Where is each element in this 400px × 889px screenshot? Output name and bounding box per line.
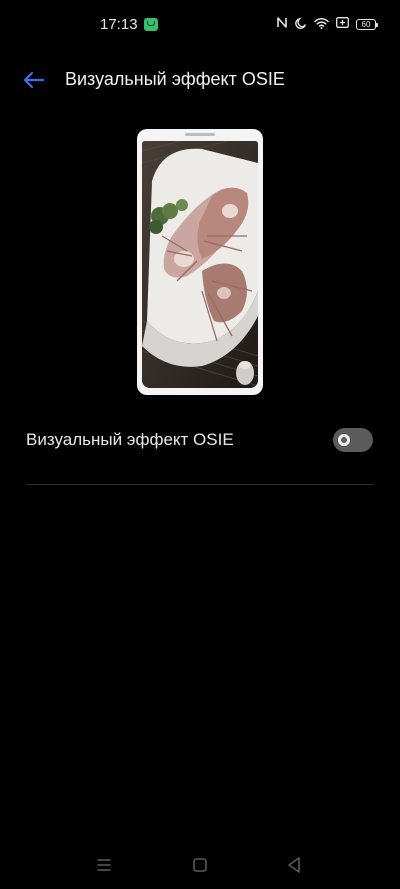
status-icons: 60 [276,16,378,32]
nav-back-button[interactable] [282,853,306,877]
nfc-icon [276,16,288,32]
menu-button[interactable] [92,853,116,877]
back-button[interactable] [18,66,50,94]
header: Визуальный эффект OSIE [0,56,400,104]
osie-setting-row[interactable]: Визуальный эффект OSIE [0,412,400,468]
menu-icon [97,859,111,871]
toggle-knob [338,434,350,446]
battery-icon: 60 [356,18,378,30]
lobster-dish-photo [142,141,258,388]
divider [26,484,374,485]
moon-icon [295,16,307,32]
back-icon [288,857,300,873]
osie-toggle[interactable] [333,428,373,452]
wifi-icon [314,17,329,32]
status-bar: 17:13 60 [0,0,400,50]
phone-preview [137,129,263,395]
arrow-left-icon [23,71,45,89]
home-button[interactable] [188,853,212,877]
osie-setting-label: Визуальный эффект OSIE [26,430,234,449]
status-time: 17:13 [100,16,138,33]
page-title: Визуальный эффект OSIE [65,69,285,89]
home-icon [193,858,207,872]
battery-saver-icon [336,17,349,31]
message-notification-icon [144,18,158,31]
navigation-bar [0,845,400,885]
phone-speaker [185,133,215,136]
